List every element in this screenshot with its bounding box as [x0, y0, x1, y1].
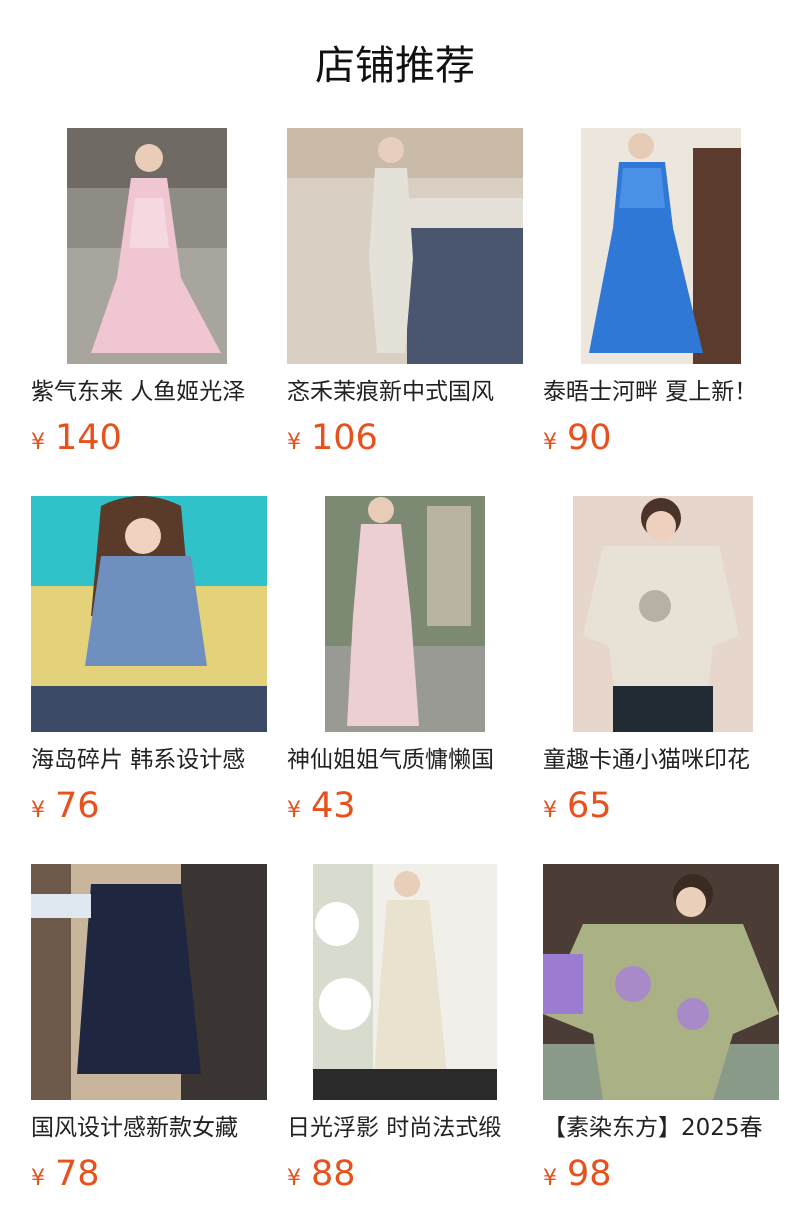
price-value: 98 — [567, 1154, 612, 1194]
currency-symbol: ¥ — [31, 430, 45, 455]
product-name[interactable]: 忞禾茉痕新中式国风 — [287, 376, 523, 408]
product-image[interactable] — [543, 496, 779, 732]
product-name[interactable]: 泰晤士河畔 夏上新！ — [543, 376, 779, 408]
product-card[interactable]: 紫气东来 人鱼姬光泽 ¥140 — [31, 128, 267, 468]
product-name[interactable]: 海岛碎片 韩系设计感 — [31, 744, 267, 776]
currency-symbol: ¥ — [287, 430, 301, 455]
product-card[interactable]: 神仙姐姐气质慵懒国 ¥43 — [287, 496, 523, 836]
page-title: 店铺推荐 — [315, 43, 475, 89]
product-card[interactable]: 泰晤士河畔 夏上新！ ¥90 — [543, 128, 779, 468]
product-price: ¥140 — [31, 416, 122, 460]
product-card[interactable]: 【素染东方】2025春 ¥98 — [543, 864, 779, 1204]
product-name[interactable]: 童趣卡通小猫咪印花 — [543, 744, 779, 776]
product-price: ¥106 — [287, 416, 378, 460]
product-name[interactable]: 神仙姐姐气质慵懒国 — [287, 744, 523, 776]
price-value: 78 — [55, 1154, 100, 1194]
product-image[interactable] — [543, 128, 779, 364]
currency-symbol: ¥ — [31, 798, 45, 823]
product-image[interactable] — [287, 128, 523, 364]
product-image[interactable] — [287, 864, 523, 1100]
product-name[interactable]: 【素染东方】2025春 — [543, 1112, 779, 1144]
price-value: 140 — [55, 418, 122, 458]
product-name[interactable]: 紫气东来 人鱼姬光泽 — [31, 376, 267, 408]
currency-symbol: ¥ — [31, 1166, 45, 1191]
product-card[interactable]: 海岛碎片 韩系设计感 ¥76 — [31, 496, 267, 836]
product-price: ¥65 — [543, 784, 612, 828]
product-image[interactable] — [31, 864, 267, 1100]
price-value: 106 — [311, 418, 378, 458]
product-price: ¥90 — [543, 416, 612, 460]
product-name[interactable]: 国风设计感新款女藏 — [31, 1112, 267, 1144]
currency-symbol: ¥ — [287, 798, 301, 823]
price-value: 88 — [311, 1154, 356, 1194]
currency-symbol: ¥ — [287, 1166, 301, 1191]
price-value: 65 — [567, 786, 612, 826]
price-value: 76 — [55, 786, 100, 826]
product-card[interactable]: 忞禾茉痕新中式国风 ¥106 — [287, 128, 523, 468]
product-price: ¥78 — [31, 1152, 100, 1196]
currency-symbol: ¥ — [543, 1166, 557, 1191]
product-price: ¥76 — [31, 784, 100, 828]
product-price: ¥43 — [287, 784, 356, 828]
price-value: 90 — [567, 418, 612, 458]
product-name[interactable]: 日光浮影 时尚法式缎 — [287, 1112, 523, 1144]
product-card[interactable]: 国风设计感新款女藏 ¥78 — [31, 864, 267, 1204]
product-image[interactable] — [543, 864, 779, 1100]
currency-symbol: ¥ — [543, 798, 557, 823]
currency-symbol: ¥ — [543, 430, 557, 455]
product-price: ¥98 — [543, 1152, 612, 1196]
product-card[interactable]: 童趣卡通小猫咪印花 ¥65 — [543, 496, 779, 836]
product-image[interactable] — [287, 496, 523, 732]
product-image[interactable] — [31, 496, 267, 732]
product-price: ¥88 — [287, 1152, 356, 1196]
product-image[interactable] — [31, 128, 267, 364]
price-value: 43 — [311, 786, 356, 826]
product-card[interactable]: 日光浮影 时尚法式缎 ¥88 — [287, 864, 523, 1204]
